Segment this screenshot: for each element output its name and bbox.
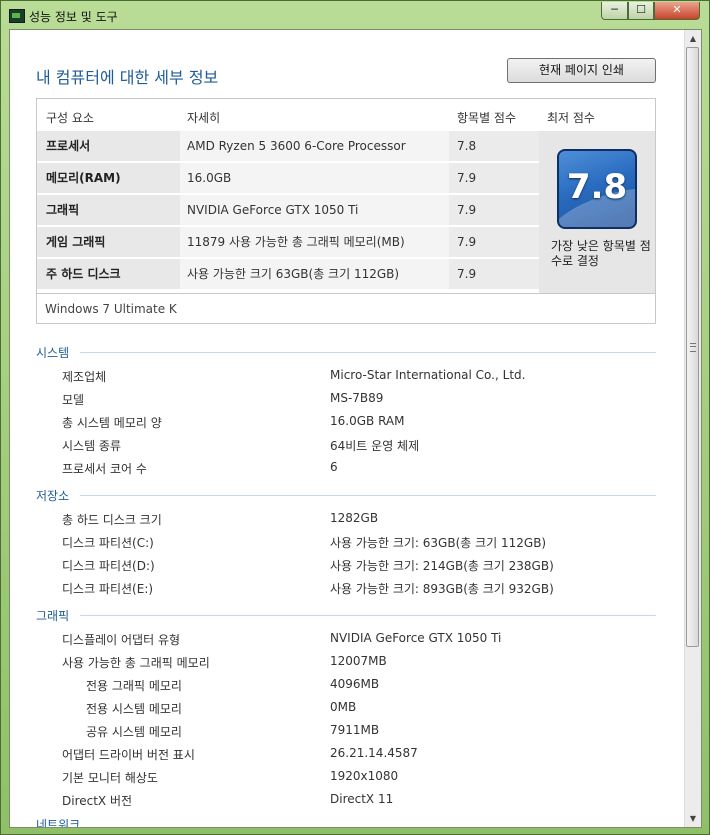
- window-title: 성능 정보 및 도구: [29, 10, 118, 24]
- table-row: 메모리(RAM) 16.0GB 7.9: [37, 163, 539, 193]
- header-base-score: 최저 점수: [547, 111, 595, 125]
- base-score-value: 7.8: [566, 167, 628, 207]
- graphics-dedicated-memory-label: 전용 그래픽 메모리: [86, 679, 182, 693]
- base-score-badge: 7.8: [557, 149, 637, 229]
- scroll-down-arrow-icon[interactable]: ▼: [685, 810, 701, 827]
- system-memory-value: 16.0GB RAM: [330, 414, 405, 428]
- storage-total-value: 1282GB: [330, 511, 379, 525]
- graphics-dedicated-memory-value: 4096MB: [330, 677, 380, 691]
- header-details: 자세히: [187, 111, 221, 125]
- section-divider: [80, 352, 656, 353]
- minimize-button[interactable]: ─: [601, 2, 628, 20]
- header-subscore: 항목별 점수: [457, 111, 517, 125]
- system-model-label: 모델: [62, 393, 85, 407]
- graphics-driver-label: 어댑터 드라이버 버전 표시: [62, 748, 195, 762]
- row-score: 7.9: [449, 227, 539, 257]
- graphics-adapter-label: 디스플레이 어댑터 유형: [62, 633, 181, 647]
- row-details: 16.0GB: [180, 163, 449, 193]
- row-component: 게임 그래픽: [37, 227, 180, 257]
- title-bar[interactable]: 성능 정보 및 도구 ─ ☐ ✕: [1, 1, 709, 29]
- content-area: 내 컴퓨터에 대한 세부 정보 현재 페이지 인쇄 구성 요소 자세히 항목별 …: [9, 29, 702, 828]
- system-cores-label: 프로세서 코어 수: [62, 462, 147, 476]
- row-score: 7.9: [449, 163, 539, 193]
- section-graphics-title: 그래픽: [36, 609, 70, 623]
- maximize-button[interactable]: ☐: [628, 2, 654, 20]
- table-row: 프로세서 AMD Ryzen 5 3600 6-Core Processor 7…: [37, 131, 539, 161]
- section-network-title: 네트워크: [36, 818, 81, 828]
- graphics-dedicated-system-label: 전용 시스템 메모리: [86, 702, 182, 716]
- performance-window: 성능 정보 및 도구 ─ ☐ ✕ 내 컴퓨터에 대한 세부 정보 현재 페이지 …: [0, 0, 710, 835]
- row-component: 그래픽: [37, 195, 180, 225]
- base-score-panel: 7.8 가장 낮은 항목별 점수로 결정: [539, 131, 655, 293]
- os-edition: Windows 7 Ultimate K: [37, 293, 655, 323]
- storage-partition-e-value: 사용 가능한 크기: 893GB(총 크기 932GB): [330, 582, 554, 596]
- table-row: 게임 그래픽 11879 사용 가능한 총 그래픽 메모리(MB) 7.9: [37, 227, 539, 257]
- scroll-up-arrow-icon[interactable]: ▲: [685, 30, 701, 47]
- close-button[interactable]: ✕: [654, 2, 700, 20]
- storage-partition-d-label: 디스크 파티션(D:): [62, 559, 155, 573]
- row-details: AMD Ryzen 5 3600 6-Core Processor: [180, 131, 449, 161]
- scrollbar-thumb[interactable]: [686, 47, 699, 647]
- graphics-adapter-value: NVIDIA GeForce GTX 1050 Ti: [330, 631, 502, 645]
- page-title: 내 컴퓨터에 대한 세부 정보: [36, 68, 219, 87]
- system-manufacturer-value: Micro-Star International Co., Ltd.: [330, 368, 526, 382]
- storage-partition-e-label: 디스크 파티션(E:): [62, 582, 154, 596]
- graphics-total-memory-label: 사용 가능한 총 그래픽 메모리: [62, 656, 210, 670]
- graphics-dedicated-system-value: 0MB: [330, 700, 357, 714]
- system-type-value: 64비트 운영 체제: [330, 439, 420, 453]
- section-divider: [80, 615, 656, 616]
- storage-total-label: 총 하드 디스크 크기: [62, 513, 162, 527]
- graphics-driver-value: 26.21.14.4587: [330, 746, 418, 760]
- row-score: 7.9: [449, 259, 539, 289]
- performance-app-icon: [9, 9, 25, 23]
- vertical-scrollbar[interactable]: ▲ ▼: [684, 30, 701, 827]
- graphics-directx-value: DirectX 11: [330, 792, 394, 806]
- row-details: NVIDIA GeForce GTX 1050 Ti: [180, 195, 449, 225]
- section-system-title: 시스템: [36, 346, 70, 360]
- storage-partition-c-value: 사용 가능한 크기: 63GB(총 크기 112GB): [330, 536, 547, 550]
- graphics-directx-label: DirectX 버전: [62, 794, 133, 808]
- row-details: 사용 가능한 크기 63GB(총 크기 112GB): [180, 259, 449, 289]
- row-details: 11879 사용 가능한 총 그래픽 메모리(MB): [180, 227, 449, 257]
- graphics-shared-memory-label: 공유 시스템 메모리: [86, 725, 182, 739]
- row-component: 메모리(RAM): [37, 163, 180, 193]
- system-manufacturer-label: 제조업체: [62, 370, 107, 384]
- row-score: 7.8: [449, 131, 539, 161]
- system-cores-value: 6: [330, 460, 338, 474]
- section-divider: [80, 495, 656, 496]
- section-storage-title: 저장소: [36, 489, 70, 503]
- storage-partition-c-label: 디스크 파티션(C:): [62, 536, 154, 550]
- row-component: 주 하드 디스크: [37, 259, 180, 289]
- print-page-button[interactable]: 현재 페이지 인쇄: [507, 58, 656, 83]
- graphics-resolution-value: 1920x1080: [330, 769, 399, 783]
- table-row: 그래픽 NVIDIA GeForce GTX 1050 Ti 7.9: [37, 195, 539, 225]
- system-type-label: 시스템 종류: [62, 439, 122, 453]
- storage-partition-d-value: 사용 가능한 크기: 214GB(총 크기 238GB): [330, 559, 554, 573]
- scrollbar-grip-icon: [690, 343, 696, 352]
- header-component: 구성 요소: [46, 111, 94, 125]
- system-model-value: MS-7B89: [330, 391, 384, 405]
- system-memory-label: 총 시스템 메모리 양: [62, 416, 162, 430]
- graphics-total-memory-value: 12007MB: [330, 654, 387, 668]
- base-score-caption: 가장 낮은 항목별 점수로 결정: [551, 239, 651, 268]
- graphics-shared-memory-value: 7911MB: [330, 723, 380, 737]
- row-component: 프로세서: [37, 131, 180, 161]
- table-row: 주 하드 디스크 사용 가능한 크기 63GB(총 크기 112GB) 7.9: [37, 259, 539, 289]
- score-table: 구성 요소 자세히 항목별 점수 최저 점수 프로세서 AMD Ryzen 5 …: [36, 98, 656, 324]
- row-score: 7.9: [449, 195, 539, 225]
- graphics-resolution-label: 기본 모니터 해상도: [62, 771, 158, 785]
